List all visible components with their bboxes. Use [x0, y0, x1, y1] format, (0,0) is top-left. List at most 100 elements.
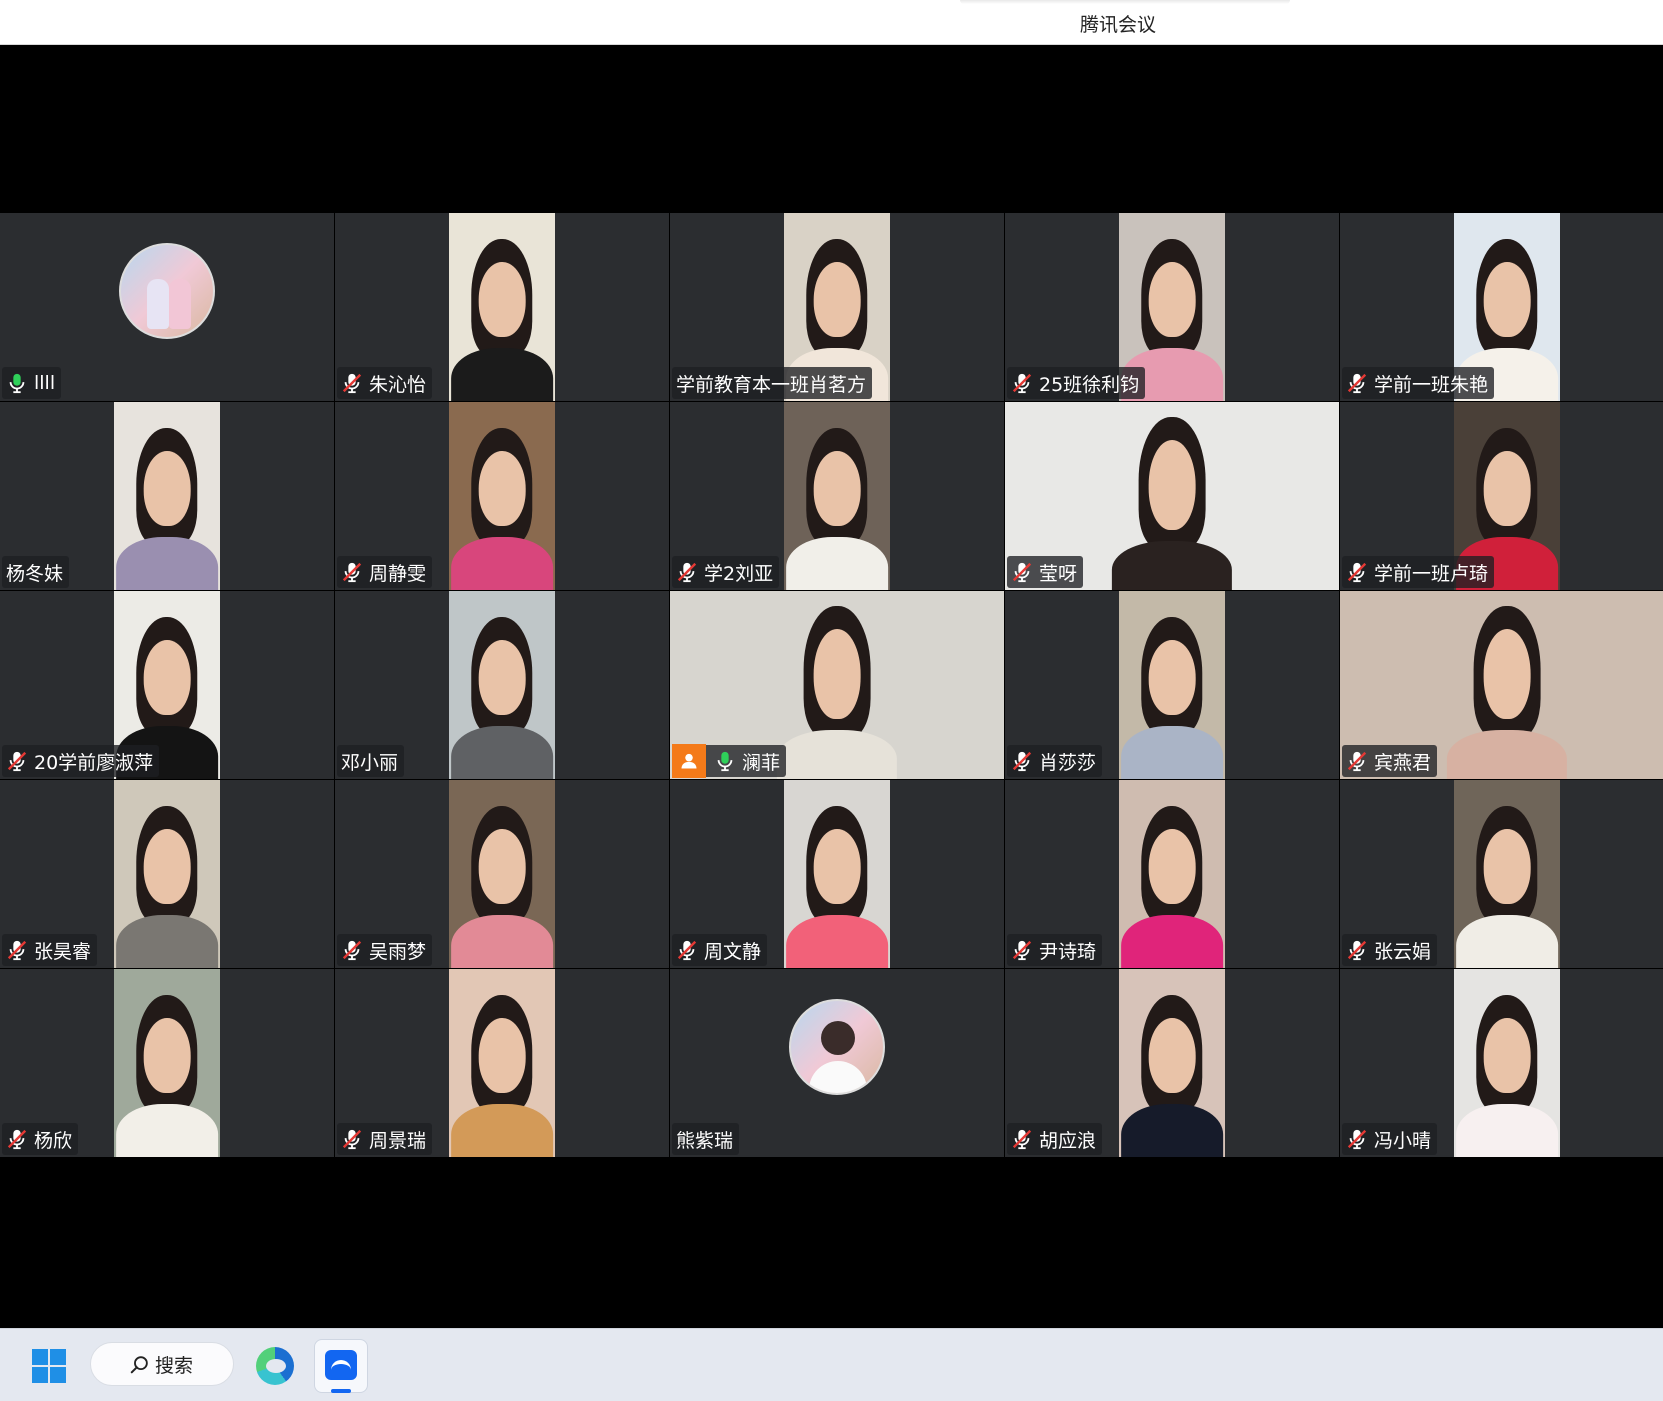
- participant-name: llll: [34, 372, 56, 394]
- participant-name-bar: 张云娟: [1342, 934, 1438, 966]
- participant-tile[interactable]: 周文静: [670, 780, 1004, 968]
- microphone-muted-icon: [341, 1128, 363, 1150]
- participant-name-bar: 周景瑞: [337, 1123, 433, 1155]
- participant-tile[interactable]: 朱沁怡: [335, 213, 669, 401]
- participant-name: 周静雯: [369, 562, 427, 585]
- participant-name: 朱沁怡: [369, 373, 427, 396]
- participant-tile[interactable]: 张云娟: [1340, 780, 1663, 968]
- participant-tile[interactable]: 冯小晴: [1340, 969, 1663, 1157]
- participant-video: [114, 780, 220, 968]
- participant-name-bar: 张昊睿: [2, 934, 98, 966]
- participant-name-bar: 周文静: [672, 934, 768, 966]
- participant-video: [114, 969, 220, 1157]
- participant-tile[interactable]: 胡应浪: [1005, 969, 1339, 1157]
- participant-tile[interactable]: 周景瑞: [335, 969, 669, 1157]
- taskbar-search-box[interactable]: 搜索: [90, 1342, 234, 1386]
- microphone-muted-icon: [1011, 372, 1033, 394]
- microphone-muted-icon: [341, 561, 363, 583]
- participant-name-bar: 澜菲: [672, 744, 787, 778]
- participant-tile[interactable]: 学2刘亚: [670, 402, 1004, 590]
- participant-video: [449, 402, 555, 590]
- microphone-muted-icon: [676, 561, 698, 583]
- participant-tile[interactable]: 莹呀: [1005, 402, 1339, 590]
- participant-tile[interactable]: 学前一班朱艳: [1340, 213, 1663, 401]
- participant-video: [449, 213, 555, 401]
- microphone-muted-icon: [6, 939, 28, 961]
- participant-video: [1454, 969, 1560, 1157]
- participant-tile[interactable]: 宾燕君: [1340, 591, 1663, 779]
- participant-name-bar: 20学前廖淑萍: [2, 745, 160, 777]
- participant-name: 周景瑞: [369, 1129, 427, 1152]
- participant-name-bar: 周静雯: [337, 556, 433, 588]
- microphone-muted-icon: [341, 939, 363, 961]
- participant-tile[interactable]: 20学前廖淑萍: [0, 591, 334, 779]
- participant-video: [1454, 780, 1560, 968]
- participant-video: [784, 780, 890, 968]
- host-icon: [672, 744, 706, 778]
- microphone-muted-icon: [6, 750, 28, 772]
- search-icon: [130, 1356, 148, 1374]
- microphone-muted-icon: [676, 939, 698, 961]
- participant-name-bar: 学前一班卢琦: [1342, 556, 1495, 588]
- participant-name-bar: 肖莎莎: [1007, 745, 1103, 777]
- participant-tile[interactable]: 张昊睿: [0, 780, 334, 968]
- participant-tile[interactable]: 尹诗琦: [1005, 780, 1339, 968]
- participant-tile[interactable]: llll: [0, 213, 334, 401]
- participant-tile[interactable]: 杨欣: [0, 969, 334, 1157]
- participant-tile[interactable]: 邓小丽: [335, 591, 669, 779]
- windows-taskbar: 搜索: [0, 1328, 1663, 1401]
- participant-name-bar: 学前一班朱艳: [1342, 367, 1495, 399]
- participant-name-bar: 学前教育本一班肖茗方: [672, 367, 873, 399]
- participant-name-bar: 宾燕君: [1342, 745, 1438, 777]
- title-bar[interactable]: 腾讯会议: [0, 0, 1663, 45]
- participant-tile[interactable]: 25班徐利钧: [1005, 213, 1339, 401]
- participant-video: [1119, 780, 1225, 968]
- participant-name: 莹呀: [1039, 562, 1078, 585]
- video-grid: llll 朱沁怡 学前教育本一班肖茗方 25班徐利钧 学前一班朱艳杨冬妹 周静雯 学2刘亚 莹…: [0, 213, 1663, 1157]
- windows-start-icon[interactable]: [32, 1349, 66, 1383]
- participant-name-bar: 尹诗琦: [1007, 934, 1103, 966]
- participant-avatar: [789, 999, 885, 1095]
- microphone-muted-icon: [1346, 939, 1368, 961]
- participant-name: 熊紫瑞: [676, 1129, 734, 1152]
- participant-name: 澜菲: [742, 751, 781, 774]
- participant-tile[interactable]: 吴雨梦: [335, 780, 669, 968]
- participant-avatar: [119, 243, 215, 339]
- participant-tile[interactable]: 澜菲: [670, 591, 1004, 779]
- participant-name: 学前一班朱艳: [1374, 373, 1489, 396]
- participant-name: 杨冬妹: [6, 562, 64, 585]
- participant-name: 张云娟: [1374, 940, 1432, 963]
- participant-name: 周文静: [704, 940, 762, 963]
- search-label: 搜索: [155, 1354, 194, 1377]
- participant-name: 杨欣: [34, 1129, 73, 1152]
- participant-name-bar: 杨欣: [2, 1123, 79, 1155]
- participant-name: 肖莎莎: [1039, 751, 1097, 774]
- microphone-muted-icon: [1011, 750, 1033, 772]
- participant-video: [114, 402, 220, 590]
- participant-name-bar: llll: [2, 367, 62, 399]
- participant-tile[interactable]: 周静雯: [335, 402, 669, 590]
- participant-name: 尹诗琦: [1039, 940, 1097, 963]
- participant-name-bar: 冯小晴: [1342, 1123, 1438, 1155]
- tencent-meeting-icon[interactable]: [314, 1339, 368, 1393]
- participant-name: 冯小晴: [1374, 1129, 1432, 1152]
- participant-name: 20学前廖淑萍: [34, 751, 154, 774]
- participant-name: 张昊睿: [34, 940, 92, 963]
- participant-tile[interactable]: 肖莎莎: [1005, 591, 1339, 779]
- microphone-on-icon: [714, 750, 736, 772]
- microphone-muted-icon: [1011, 1128, 1033, 1150]
- participant-name-bar: 25班徐利钧: [1007, 367, 1146, 399]
- participant-video: [1119, 969, 1225, 1157]
- participant-tile[interactable]: 熊紫瑞: [670, 969, 1004, 1157]
- microphone-muted-icon: [6, 1128, 28, 1150]
- participant-name: 吴雨梦: [369, 940, 427, 963]
- participant-video: [1119, 591, 1225, 779]
- edge-browser-icon[interactable]: [256, 1347, 294, 1385]
- microphone-muted-icon: [1346, 750, 1368, 772]
- participant-name-bar: 胡应浪: [1007, 1123, 1103, 1155]
- participant-tile[interactable]: 学前教育本一班肖茗方: [670, 213, 1004, 401]
- participant-tile[interactable]: 杨冬妹: [0, 402, 334, 590]
- participant-tile[interactable]: 学前一班卢琦: [1340, 402, 1663, 590]
- participant-name-bar: 朱沁怡: [337, 367, 433, 399]
- window-title: 腾讯会议: [1080, 14, 1157, 36]
